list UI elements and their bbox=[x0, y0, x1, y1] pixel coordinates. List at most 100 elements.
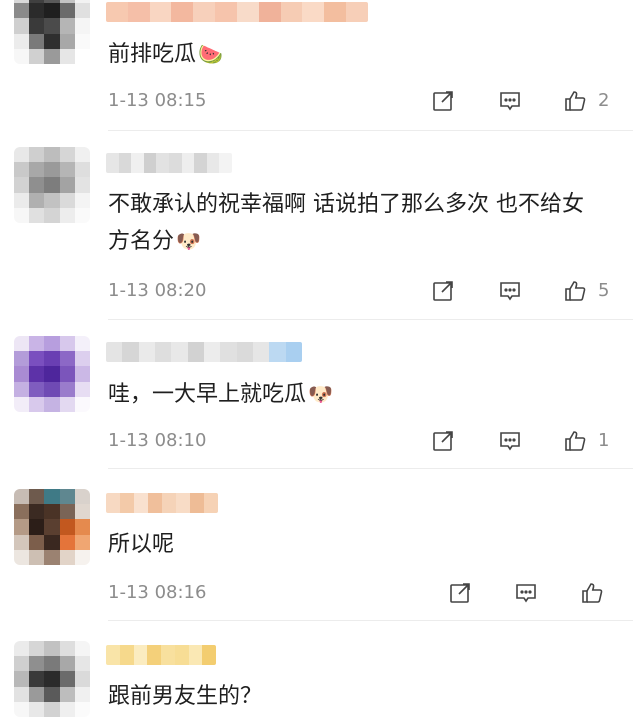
username-pixel bbox=[118, 153, 132, 173]
avatar-pixel bbox=[74, 671, 90, 687]
avatar-pixel bbox=[44, 686, 60, 702]
avatar-pixel bbox=[44, 489, 60, 505]
username-blurred[interactable] bbox=[106, 153, 232, 173]
avatar-pixel bbox=[59, 701, 75, 717]
avatar[interactable] bbox=[14, 641, 90, 717]
avatar-pixel bbox=[14, 381, 30, 397]
username-pixel bbox=[280, 2, 303, 22]
avatar-pixel bbox=[74, 18, 90, 34]
avatar-pixel bbox=[14, 549, 30, 565]
avatar-pixel bbox=[44, 671, 60, 687]
username-blurred[interactable] bbox=[106, 2, 368, 22]
like-button[interactable] bbox=[579, 580, 605, 606]
username-pixel bbox=[219, 153, 232, 173]
username-blurred[interactable] bbox=[106, 493, 218, 513]
like-button[interactable] bbox=[562, 88, 588, 114]
username-pixel bbox=[162, 493, 176, 513]
avatar-pixel bbox=[44, 366, 60, 382]
avatar-pixel bbox=[59, 686, 75, 702]
avatar-pixel bbox=[44, 519, 60, 535]
username-pixel bbox=[220, 342, 237, 362]
share-button[interactable] bbox=[430, 88, 456, 114]
avatar-pixel bbox=[44, 192, 60, 208]
username-pixel bbox=[168, 153, 182, 173]
username-pixel bbox=[258, 2, 281, 22]
avatar-pixel bbox=[29, 18, 45, 34]
share-button[interactable] bbox=[430, 428, 456, 454]
comment-icon bbox=[500, 282, 520, 301]
comment-item: 不敢承认的祝幸福啊 话说拍了那么多次 也不给女方名分 🐶 1-13 08:20 5 bbox=[0, 131, 633, 319]
avatar-pixel bbox=[14, 207, 30, 223]
username-blurred[interactable] bbox=[106, 342, 302, 362]
comment-item: 所以呢 1-13 08:16 bbox=[0, 469, 633, 620]
avatar-pixel bbox=[29, 549, 45, 565]
avatar-pixel bbox=[14, 177, 30, 193]
avatar-pixel bbox=[44, 147, 60, 163]
avatar-pixel bbox=[14, 534, 30, 550]
username-pixel bbox=[236, 2, 259, 22]
username-pixel bbox=[147, 645, 161, 665]
avatar-pixel bbox=[29, 686, 45, 702]
avatar-pixel bbox=[44, 504, 60, 520]
username-pixel bbox=[193, 2, 216, 22]
avatar-pixel bbox=[59, 177, 75, 193]
avatar-pixel bbox=[74, 519, 90, 535]
like-button[interactable] bbox=[562, 428, 588, 454]
avatar-pixel bbox=[29, 519, 45, 535]
avatar-pixel bbox=[59, 147, 75, 163]
share-button[interactable] bbox=[447, 580, 473, 606]
avatar-pixel bbox=[14, 3, 30, 19]
comment-item: 跟前男友生的？ bbox=[0, 621, 633, 723]
avatar-pixel bbox=[29, 351, 45, 367]
avatar-pixel bbox=[44, 549, 60, 565]
avatar-pixel bbox=[74, 3, 90, 19]
username-pixel bbox=[236, 342, 253, 362]
comment-text: 哇，一大早上就吃瓜 🐶 bbox=[108, 382, 333, 407]
username-pixel bbox=[181, 153, 195, 173]
timestamp: 1-13 08:16 bbox=[108, 582, 207, 603]
username-pixel bbox=[176, 493, 190, 513]
avatar[interactable] bbox=[14, 336, 90, 412]
avatar-pixel bbox=[59, 48, 75, 64]
comment-meta: 1-13 08:10 1 bbox=[0, 426, 633, 456]
avatar-pixel bbox=[59, 656, 75, 672]
avatar-pixel bbox=[14, 489, 30, 505]
avatar-pixel bbox=[29, 192, 45, 208]
avatar-pixel bbox=[74, 489, 90, 505]
timestamp: 1-13 08:20 bbox=[108, 280, 207, 301]
timestamp: 1-13 08:15 bbox=[108, 90, 207, 111]
reply-button[interactable] bbox=[513, 580, 539, 606]
reply-button[interactable] bbox=[497, 88, 523, 114]
reply-button[interactable] bbox=[497, 428, 523, 454]
avatar-pixel bbox=[59, 641, 75, 657]
avatar-pixel bbox=[74, 701, 90, 717]
comment-text: 不敢承认的祝幸福啊 话说拍了那么多次 也不给女方名分 🐶 bbox=[108, 192, 584, 254]
username-pixel bbox=[143, 153, 157, 173]
avatar-pixel bbox=[44, 207, 60, 223]
avatar-pixel bbox=[29, 366, 45, 382]
username-pixel bbox=[324, 2, 347, 22]
username-pixel bbox=[202, 645, 216, 665]
comment-meta: 1-13 08:20 5 bbox=[0, 276, 633, 306]
username-pixel bbox=[203, 342, 221, 362]
reply-button[interactable] bbox=[497, 278, 523, 304]
avatar-pixel bbox=[59, 33, 75, 49]
avatar-pixel bbox=[44, 336, 60, 352]
avatar[interactable] bbox=[14, 0, 90, 64]
avatar-pixel bbox=[44, 18, 60, 34]
avatar[interactable] bbox=[14, 489, 90, 565]
like-button[interactable] bbox=[562, 278, 588, 304]
avatar-pixel bbox=[74, 336, 90, 352]
avatar-pixel bbox=[44, 701, 60, 717]
like-count: 1 bbox=[598, 430, 610, 451]
avatar[interactable] bbox=[14, 147, 90, 223]
username-pixel bbox=[346, 2, 368, 22]
avatar-pixel bbox=[14, 701, 30, 717]
avatar-pixel bbox=[14, 656, 30, 672]
username-blurred[interactable] bbox=[106, 645, 216, 665]
avatar-pixel bbox=[14, 162, 30, 178]
avatar-pixel bbox=[74, 207, 90, 223]
share-button[interactable] bbox=[430, 278, 456, 304]
avatar-pixel bbox=[14, 671, 30, 687]
avatar-pixel bbox=[59, 534, 75, 550]
